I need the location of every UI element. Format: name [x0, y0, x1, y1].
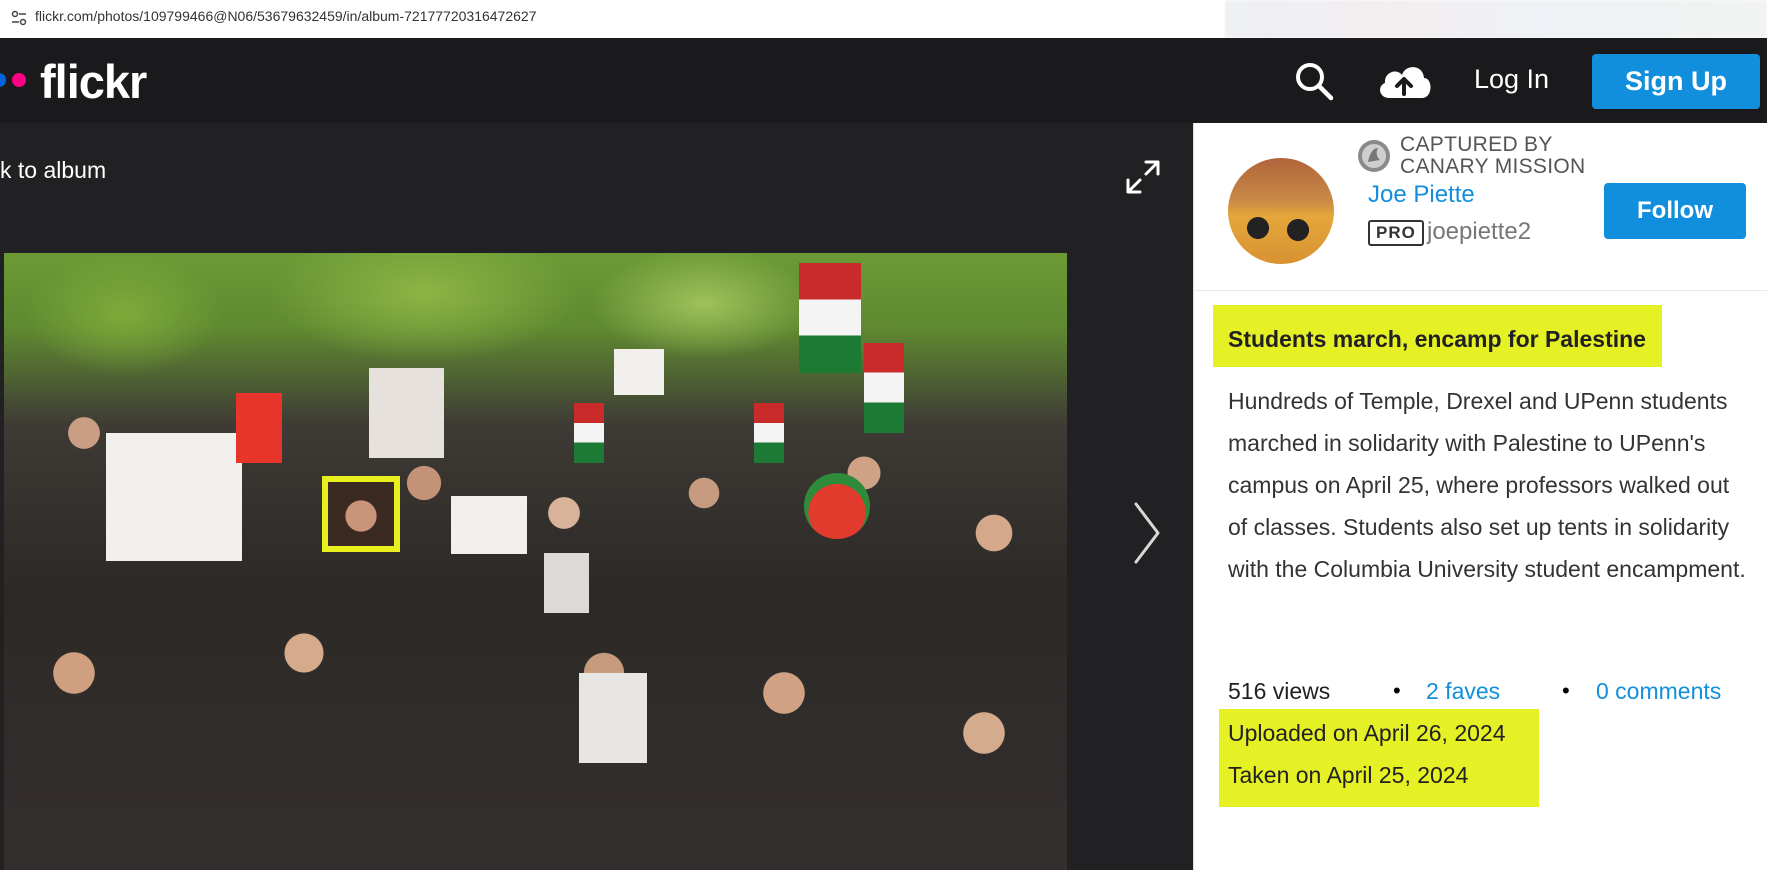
divider [1193, 290, 1767, 291]
flickr-logo[interactable]: flickr [40, 54, 147, 109]
photo-flag [799, 263, 861, 373]
uploaded-date: Uploaded on April 26, 2024 [1228, 720, 1506, 746]
browser-address-bar[interactable]: flickr.com/photos/109799466@N06/53679632… [0, 0, 1767, 39]
watermark-line2: CANARY MISSION [1400, 155, 1586, 178]
signup-button[interactable]: Sign Up [1592, 54, 1760, 109]
site-info-icon[interactable] [10, 9, 28, 27]
photo-sign [579, 673, 647, 763]
photo-title: Students march, encamp for Palestine [1228, 326, 1646, 352]
photo-flag [574, 403, 604, 463]
search-icon[interactable] [1293, 60, 1335, 102]
upload-cloud-icon[interactable] [1375, 58, 1433, 104]
expand-icon[interactable] [1124, 158, 1162, 196]
photo-description: Hundreds of Temple, Drexel and UPenn stu… [1228, 388, 1746, 582]
owner-avatar[interactable] [1228, 158, 1334, 264]
blurred-browser-toolbar [1225, 0, 1767, 38]
photo-flag [864, 343, 904, 433]
photo-sign-people-power [106, 433, 242, 561]
photo-sign [614, 349, 664, 395]
watermark-line1: CAPTURED BY [1400, 133, 1553, 156]
photo-sign [369, 368, 444, 458]
canary-mission-watermark: CAPTURED BY CANARY MISSION [1356, 134, 1585, 178]
back-to-album-link[interactable]: k to album [0, 157, 106, 184]
canary-mission-logo-icon [1358, 140, 1390, 172]
highlighted-face-box [322, 476, 400, 552]
photo-sign [451, 496, 527, 554]
photo-watermelon-sign [804, 473, 870, 539]
photo-flag [754, 403, 784, 463]
taken-date: Taken on April 25, 2024 [1228, 762, 1469, 788]
next-photo-arrow-icon[interactable] [1132, 500, 1162, 566]
main-photo[interactable] [4, 253, 1067, 870]
pro-badge: PRO [1368, 220, 1424, 246]
faves-link[interactable]: 2 faves [1426, 678, 1500, 705]
logo-dot-pink [12, 73, 26, 87]
photo-flag [236, 393, 282, 463]
comments-link[interactable]: 0 comments [1596, 678, 1721, 705]
login-link[interactable]: Log In [1474, 64, 1549, 95]
url-text[interactable]: flickr.com/photos/109799466@N06/53679632… [35, 8, 537, 24]
owner-handle: joepiette2 [1427, 218, 1532, 245]
stats-separator: • [1393, 678, 1401, 703]
views-count: 516 views [1228, 678, 1331, 704]
stats-separator: • [1562, 678, 1570, 703]
photo-sign [544, 553, 589, 613]
owner-name-link[interactable]: Joe Piette [1368, 181, 1475, 209]
follow-button[interactable]: Follow [1604, 183, 1746, 239]
